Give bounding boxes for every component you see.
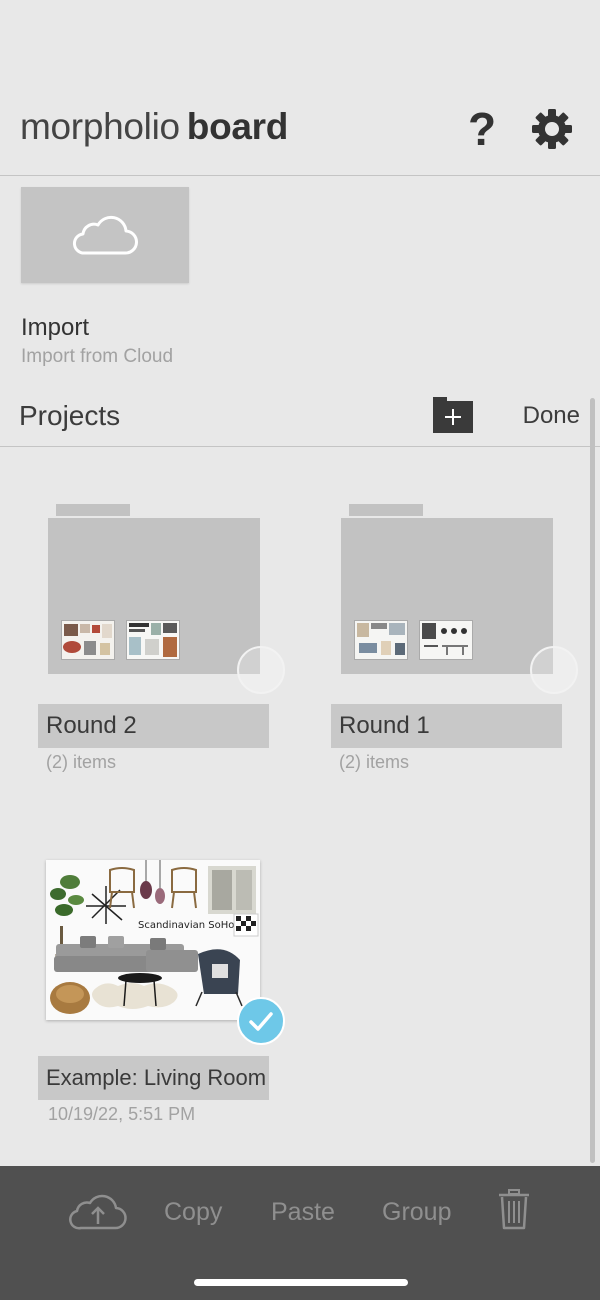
folder-name-label[interactable]: Round 1 [331,704,562,748]
folder-tab [349,504,423,516]
living-room-moodboard-image: Scandinavian SoHo [46,860,260,1020]
group-button[interactable]: Group [382,1192,451,1232]
projects-heading: Projects [19,400,121,431]
delete-button[interactable] [497,1188,531,1230]
home-indicator[interactable] [194,1279,408,1286]
import-title: Import [21,314,90,341]
import-cloud-tile[interactable] [21,187,189,283]
brand-light-text: morpholio [20,106,180,147]
upload-cloud-button[interactable] [68,1188,128,1232]
trash-icon [499,1189,529,1230]
board-name-label[interactable]: Example: Living Room [38,1056,269,1100]
header-divider [0,175,600,176]
cloud-icon [73,215,138,255]
app-logo: morpholio board [20,106,288,148]
cloud-upload-icon [69,1194,127,1230]
board-caption: Scandinavian SoHo [138,920,234,931]
copy-button[interactable]: Copy [164,1192,222,1232]
help-button[interactable]: ? [462,104,502,154]
brand-bold-text: board [186,106,289,147]
add-folder-icon [433,397,473,433]
board-thumbnail [61,620,115,660]
done-button[interactable]: Done [484,386,580,446]
board-thumbnail [419,620,473,660]
checkmark-icon [249,1012,273,1031]
scrollbar[interactable] [590,398,595,1163]
gear-icon [532,109,572,149]
board-timestamp: 10/19/22, 5:51 PM [48,1104,196,1124]
folder-body [341,518,553,674]
select-toggle[interactable] [530,646,578,694]
import-subtitle: Import from Cloud [21,346,174,367]
new-folder-button[interactable] [432,396,474,434]
select-toggle-checked[interactable] [237,997,285,1045]
settings-button[interactable] [530,107,574,151]
paste-button[interactable]: Paste [271,1192,335,1232]
board-thumbnail [126,620,180,660]
board-example-living-room[interactable]: Scandinavian SoHo [46,860,260,1020]
select-toggle[interactable] [237,646,285,694]
folder-round-1[interactable] [341,504,553,674]
folder-tab [56,504,130,516]
folder-item-count: (2) items [339,752,410,772]
folder-item-count: (2) items [46,752,117,772]
folder-body [48,518,260,674]
folder-name-label[interactable]: Round 2 [38,704,269,748]
folder-round-2[interactable] [48,504,260,674]
board-thumbnail [354,620,408,660]
projects-divider [0,446,600,447]
